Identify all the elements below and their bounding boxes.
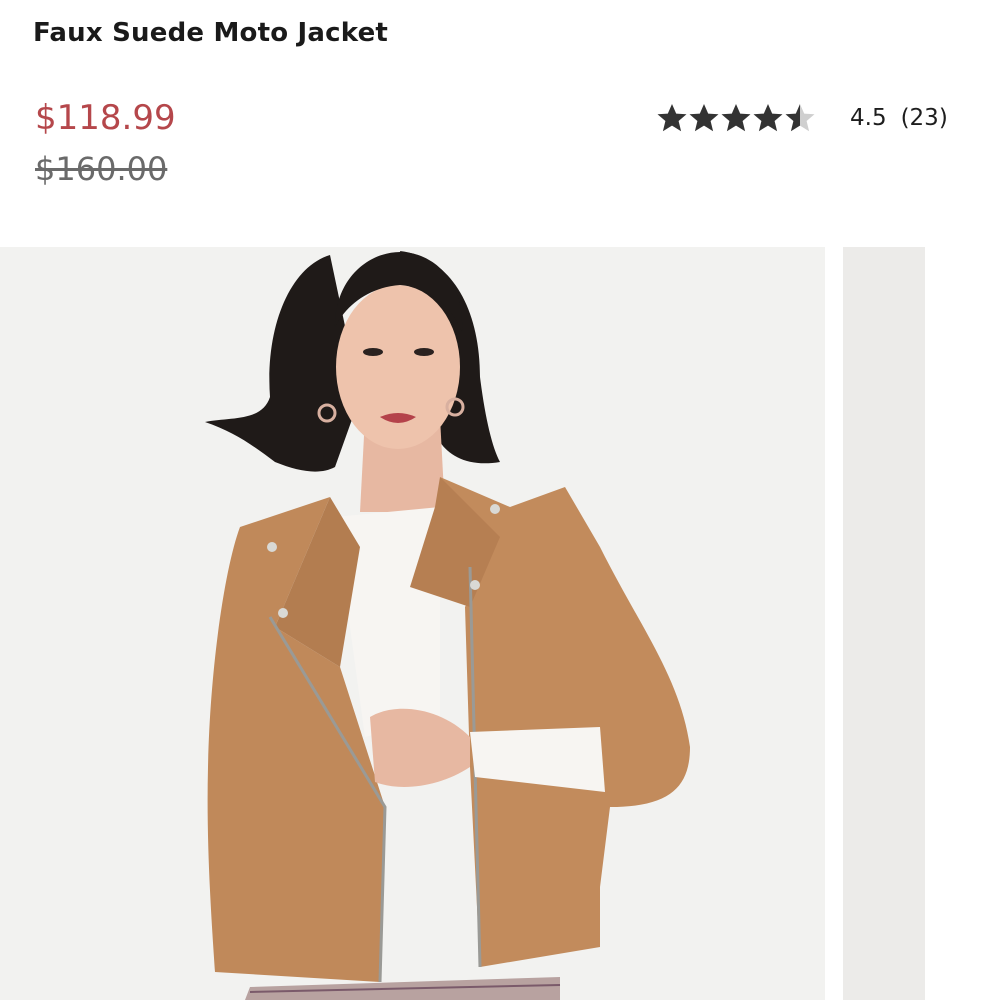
star-rating (656, 102, 816, 134)
star-full-icon (753, 104, 783, 132)
review-count-link[interactable]: (23) (901, 105, 948, 131)
original-price: $160.00 (35, 150, 168, 188)
product-main-image[interactable] (0, 247, 825, 1000)
star-full-icon (657, 104, 687, 132)
star-full-icon (689, 104, 719, 132)
star-half-icon (785, 104, 815, 132)
rating-summary[interactable]: 4.5 (23) (656, 100, 948, 136)
product-page: Faux Suede Moto Jacket $118.99 $160.00 4… (0, 0, 1000, 1000)
next-gallery-image-peek[interactable] (843, 247, 925, 1000)
star-full-icon (721, 104, 751, 132)
jacket-photo-illustration (0, 247, 825, 1000)
rating-value: 4.5 (850, 105, 887, 131)
sale-price: $118.99 (35, 98, 176, 138)
product-title: Faux Suede Moto Jacket (33, 18, 389, 48)
